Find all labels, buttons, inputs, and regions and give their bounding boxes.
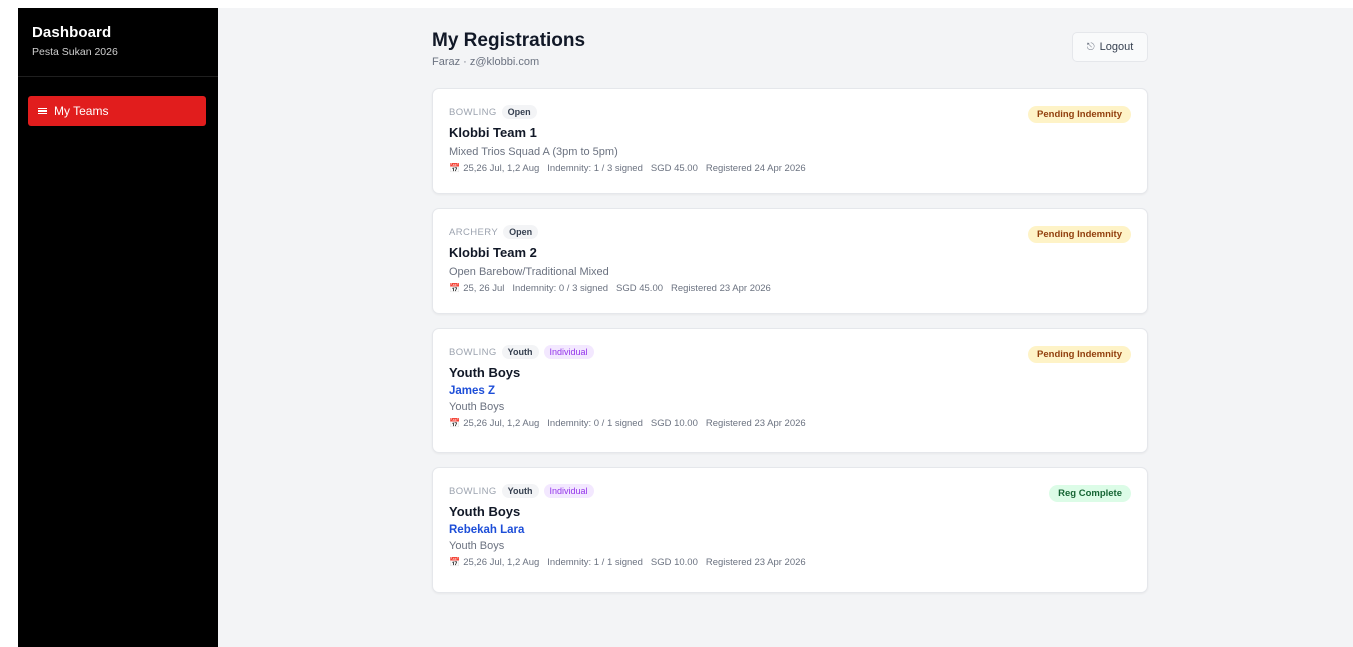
logout-label: Logout (1099, 41, 1134, 53)
sport-label: BOWLING (449, 106, 497, 118)
registration-card[interactable]: BOWLING Youth Individual Youth Boys Jame… (432, 328, 1148, 453)
card-meta: 📅 25,26 Jul, 1,2 Aug Indemnity: 0 / 1 si… (449, 418, 1131, 429)
division-name: Mixed Trios Squad A (3pm to 5pm) (449, 146, 618, 158)
sport-label: ARCHERY (449, 226, 499, 238)
calendar-icon: 📅 (449, 418, 461, 428)
card-meta: 📅 25,26 Jul, 1,2 Aug Indemnity: 1 / 3 si… (449, 163, 1131, 174)
indemnity-count: Indemnity: 0 / 1 signed (547, 418, 643, 429)
sidebar-nav: My Teams (18, 77, 218, 126)
player-link[interactable]: Rebekah Lara (449, 524, 1131, 536)
type-chip: Individual (543, 484, 594, 498)
app-shell: Dashboard Pesta Sukan 2026 My Teams My R… (18, 8, 1353, 647)
menu-icon (38, 107, 47, 115)
category-chip: Youth (501, 484, 539, 498)
sidebar-title: Dashboard (32, 24, 112, 41)
sidebar-item-label: My Teams (54, 104, 109, 118)
registered-date: Registered 24 Apr 2026 (705, 163, 806, 174)
sidebar-subtitle: Pesta Sukan 2026 (32, 46, 118, 58)
registration-list: BOWLING Open Klobbi Team 1 Mixed Trios S… (432, 88, 1148, 607)
division-name: Open Barebow/Traditional Mixed (449, 266, 609, 278)
calendar-icon: 📅 (449, 557, 461, 567)
registered-date: Registered 23 Apr 2026 (705, 557, 806, 568)
registered-date: Registered 23 Apr 2026 (705, 418, 806, 429)
indemnity-count: Indemnity: 0 / 3 signed (512, 283, 609, 294)
card-tags: BOWLING Youth Individual (449, 483, 1131, 499)
registration-card[interactable]: BOWLING Youth Individual Youth Boys Rebe… (432, 467, 1148, 593)
event-dates: 25,26 Jul, 1,2 Aug (463, 163, 540, 174)
page-header: My Registrations Faraz · z@klobbi.com ⎋ … (432, 30, 1148, 70)
calendar-icon: 📅 (449, 163, 461, 173)
calendar-icon: 📅 (449, 283, 461, 293)
sport-label: BOWLING (449, 485, 497, 497)
category-chip: Youth (501, 345, 539, 359)
division-name: Youth Boys (449, 540, 505, 552)
status-badge: Reg Complete (1049, 485, 1131, 502)
event-dates: 25, 26 Jul (463, 283, 505, 294)
event-dates: 25,26 Jul, 1,2 Aug (463, 418, 540, 429)
page-title: My Registrations (432, 30, 586, 51)
fee: SGD 45.00 (616, 283, 664, 294)
registration-card[interactable]: ARCHERY Open Klobbi Team 2 Open Barebow/… (432, 208, 1148, 314)
logout-button[interactable]: ⎋ Logout (1072, 32, 1148, 62)
indemnity-count: Indemnity: 1 / 1 signed (547, 557, 643, 568)
fee: SGD 45.00 (650, 163, 698, 174)
user-info: Faraz · z@klobbi.com (432, 56, 540, 68)
registered-date: Registered 23 Apr 2026 (671, 283, 771, 294)
indemnity-count: Indemnity: 1 / 3 signed (547, 163, 643, 174)
status-badge: Pending Indemnity (1028, 226, 1131, 243)
fee: SGD 10.00 (650, 557, 698, 568)
registration-card[interactable]: BOWLING Open Klobbi Team 1 Mixed Trios S… (432, 88, 1148, 194)
category-chip: Open (501, 105, 537, 119)
logout-icon: ⎋ (1086, 41, 1095, 53)
event-dates: 25,26 Jul, 1,2 Aug (463, 557, 540, 568)
card-meta: 📅 25, 26 Jul Indemnity: 0 / 3 signed SGD… (449, 283, 1131, 294)
team-name: Youth Boys (449, 504, 521, 519)
main-content: My Registrations Faraz · z@klobbi.com ⎋ … (218, 8, 1353, 647)
fee: SGD 10.00 (650, 418, 698, 429)
category-chip: Open (503, 225, 539, 239)
sidebar: Dashboard Pesta Sukan 2026 My Teams (18, 8, 218, 647)
sidebar-header: Dashboard Pesta Sukan 2026 (18, 8, 218, 77)
team-name: Klobbi Team 1 (449, 125, 537, 140)
card-meta: 📅 25,26 Jul, 1,2 Aug Indemnity: 1 / 1 si… (449, 557, 1131, 568)
sport-label: BOWLING (449, 346, 497, 358)
division-name: Youth Boys (449, 401, 505, 413)
player-link[interactable]: James Z (449, 385, 1131, 397)
team-name: Youth Boys (449, 365, 521, 380)
status-badge: Pending Indemnity (1028, 106, 1131, 123)
team-name: Klobbi Team 2 (449, 245, 537, 260)
type-chip: Individual (543, 345, 594, 359)
status-badge: Pending Indemnity (1028, 346, 1131, 363)
sidebar-item-my-teams[interactable]: My Teams (28, 96, 206, 126)
